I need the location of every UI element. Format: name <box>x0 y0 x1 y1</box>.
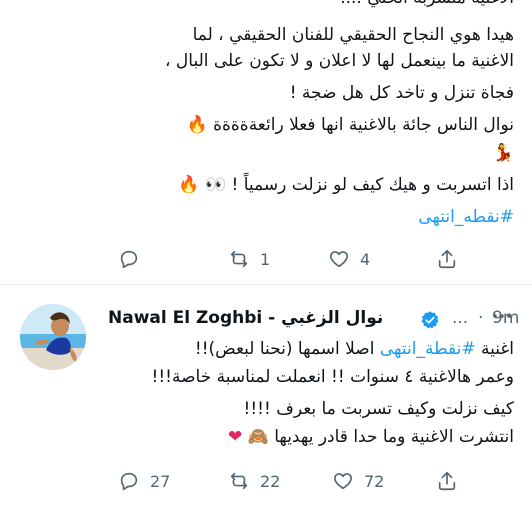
tweet-2-hashtag[interactable]: #نقطة_انتهى <box>380 339 476 359</box>
tweet-1-emoji-row: 💃 <box>493 140 514 166</box>
share-button[interactable] <box>436 248 458 270</box>
retweet-icon <box>230 250 248 268</box>
see-no-evil-monkey-emoji-icon: 🙈 <box>247 427 269 447</box>
like-button[interactable]: 72 <box>332 470 384 492</box>
tweet-2-line-1-suffix: اصلا اسمها (نحنا لبعض)!! <box>194 339 380 359</box>
fire-emoji-icon: 🔥 <box>186 115 208 135</box>
share-icon <box>438 249 456 269</box>
author-name[interactable]: Nawal El Zoghbi - نوال الزغبي <box>108 308 383 328</box>
tweet-1-line-5-row: اذا اتسربت و هيك كيف لو نزلت رسمياً ! 👀 … <box>178 172 514 198</box>
red-heart-emoji-icon: ❤ <box>227 427 243 447</box>
tweet-2-line-2: وعمر هالاغنية ٤ سنوات !! انعملت لمناسبة … <box>151 367 514 387</box>
reply-button[interactable] <box>118 248 150 270</box>
share-icon <box>438 471 456 491</box>
tweet-1-line-2: الاغنية ما بينعمل لها لا اعلان و لا تكون… <box>165 51 514 71</box>
author-handle-ellipsis: ... <box>452 308 469 328</box>
tweet-1-line-1: هيدا هوي النجاح الحقيقي للفنان الحقيقي ،… <box>192 25 514 45</box>
avatar-photo-icon <box>20 304 86 370</box>
like-count: 72 <box>364 471 385 491</box>
retweet-button[interactable]: 1 <box>228 248 270 270</box>
more-horizontal-icon <box>493 314 511 318</box>
avatar[interactable] <box>20 304 86 370</box>
tweet-1-line-3: فجاة تنزل و تاخد كل هل ضجة ! <box>289 83 514 103</box>
tweet-1-line-5: اذا اتسربت و هيك كيف لو نزلت رسمياً ! <box>231 175 514 195</box>
eyes-emoji-icon: 👀 <box>204 175 227 195</box>
reply-count: 27 <box>150 471 171 491</box>
heart-outline-icon <box>329 251 349 268</box>
tweet-1-cut-line: الاغنية متسربة الحلي .... <box>340 0 514 11</box>
dancer-emoji-icon: 💃 <box>492 143 514 163</box>
tweet-2-header: Nawal El Zoghbi - نوال الزغبي ... · 9m <box>100 304 519 332</box>
retweet-icon <box>230 472 248 490</box>
reply-icon <box>120 250 138 269</box>
like-button[interactable]: 4 <box>328 248 370 270</box>
tweet-1-line-4: نوال الناس جائة بالاغنية انها فعلا رائعة… <box>213 115 514 135</box>
retweet-count: 22 <box>260 471 281 491</box>
author-name-separator: - <box>262 308 282 328</box>
like-count: 4 <box>360 249 371 269</box>
tweet-2-line-1-prefix: اغنية <box>475 339 514 359</box>
more-options-button[interactable] <box>490 304 514 328</box>
reply-icon <box>120 472 138 491</box>
author-name-ar: نوال الزغبي <box>281 308 384 328</box>
verified-badge-icon <box>420 310 440 330</box>
tweet-2-line-4: انتشرت الاغنية وما حدا قادر يهديها <box>274 427 514 447</box>
retweet-button[interactable]: 22 <box>228 470 280 492</box>
share-button[interactable] <box>436 470 458 492</box>
reply-button[interactable]: 27 <box>118 470 170 492</box>
dot-separator: · <box>478 308 484 328</box>
tweet-2-line-3: كيف نزلت وكيف تسربت ما بعرف !!!! <box>243 399 514 419</box>
tweet-2-line-1: اغنية #نقطة_انتهى اصلا اسمها (نحنا لبعض)… <box>195 336 514 362</box>
tweet-1-hashtag[interactable]: #نقطه_انتهى <box>418 204 514 230</box>
tweet-2-line-4-row: انتشرت الاغنية وما حدا قادر يهديها 🙈 ❤ <box>228 424 514 450</box>
retweet-count: 1 <box>260 249 271 269</box>
heart-outline-icon <box>333 473 353 490</box>
tweet-1-line-4-row: نوال الناس جائة بالاغنية انها فعلا رائعة… <box>186 112 514 138</box>
fire-emoji-icon: 🔥 <box>178 175 200 195</box>
tweet-divider <box>0 284 532 285</box>
author-name-en: Nawal El Zoghbi <box>108 308 263 328</box>
